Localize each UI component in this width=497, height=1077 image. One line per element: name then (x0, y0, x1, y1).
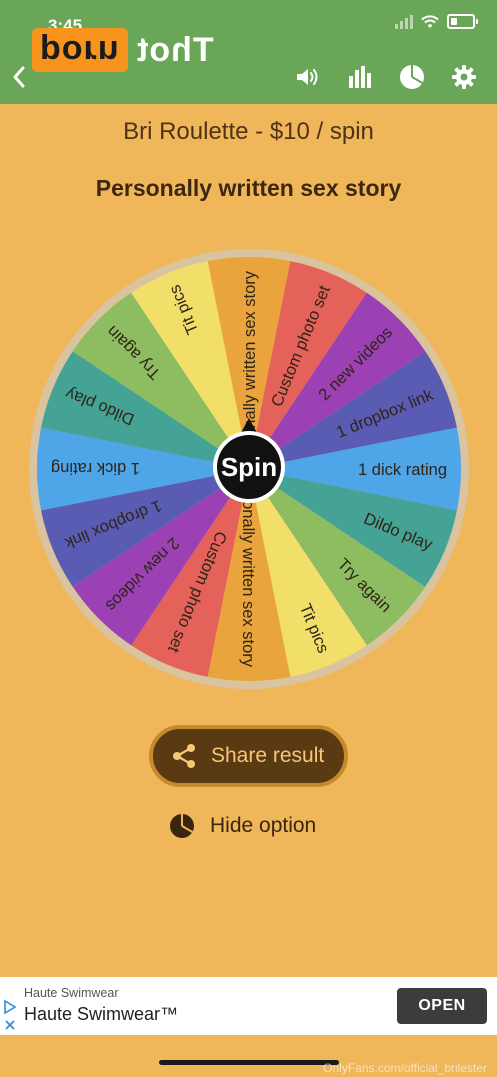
wheel-segment-label: 1 dick rating (51, 459, 140, 477)
wheel-segment-label: 1 dick rating (358, 461, 447, 479)
spin-result: Personally written sex story (95, 175, 402, 201)
hide-option-label: Hide option (210, 814, 317, 837)
roulette-title: Bri Roulette - $10 / spin (123, 118, 374, 145)
ad-open-button[interactable]: OPEN (397, 988, 487, 1024)
adchoices-icon[interactable] (3, 999, 17, 1033)
app-logo: porn Thot (32, 28, 213, 72)
signal-icon (395, 14, 413, 29)
watermark: OnlyFans.com/official_brilester (323, 1061, 487, 1075)
stats-icon (349, 66, 371, 88)
share-result-label: Share result (211, 744, 325, 767)
logo-word-1: porn (32, 28, 128, 72)
pie-chart-icon (170, 814, 194, 838)
share-icon (173, 744, 195, 768)
stats-button[interactable] (345, 62, 375, 92)
share-result-button[interactable]: Share result (149, 725, 348, 787)
spin-label: Spin (221, 452, 277, 482)
wheel-graphic[interactable]: Personally written sex story Custom photo… (28, 248, 470, 690)
pie-chart-icon (400, 65, 424, 89)
logo-word-2: Thot (135, 31, 214, 69)
volume-icon (297, 69, 318, 85)
home-indicator[interactable] (159, 1060, 339, 1065)
gear-icon (452, 65, 476, 89)
ad-advertiser: Haute Swimwear (24, 986, 119, 1000)
battery-icon (447, 14, 478, 29)
status-icons (395, 14, 478, 29)
ad-headline[interactable]: Haute Swimwear™ (24, 1004, 178, 1025)
app-header: 3:45 porn Thot (0, 0, 497, 104)
ad-banner[interactable]: Haute Swimwear Haute Swimwear™ OPEN (0, 977, 497, 1035)
wifi-icon (421, 14, 439, 28)
back-icon[interactable] (8, 62, 30, 92)
pie-chart-button[interactable] (397, 62, 427, 92)
settings-button[interactable] (449, 62, 479, 92)
roulette-wheel[interactable]: Personally written sex story Custom photo… (28, 248, 470, 690)
hide-option-button[interactable]: Hide option (168, 812, 316, 840)
volume-button[interactable] (293, 62, 323, 92)
toolbar (293, 62, 479, 92)
